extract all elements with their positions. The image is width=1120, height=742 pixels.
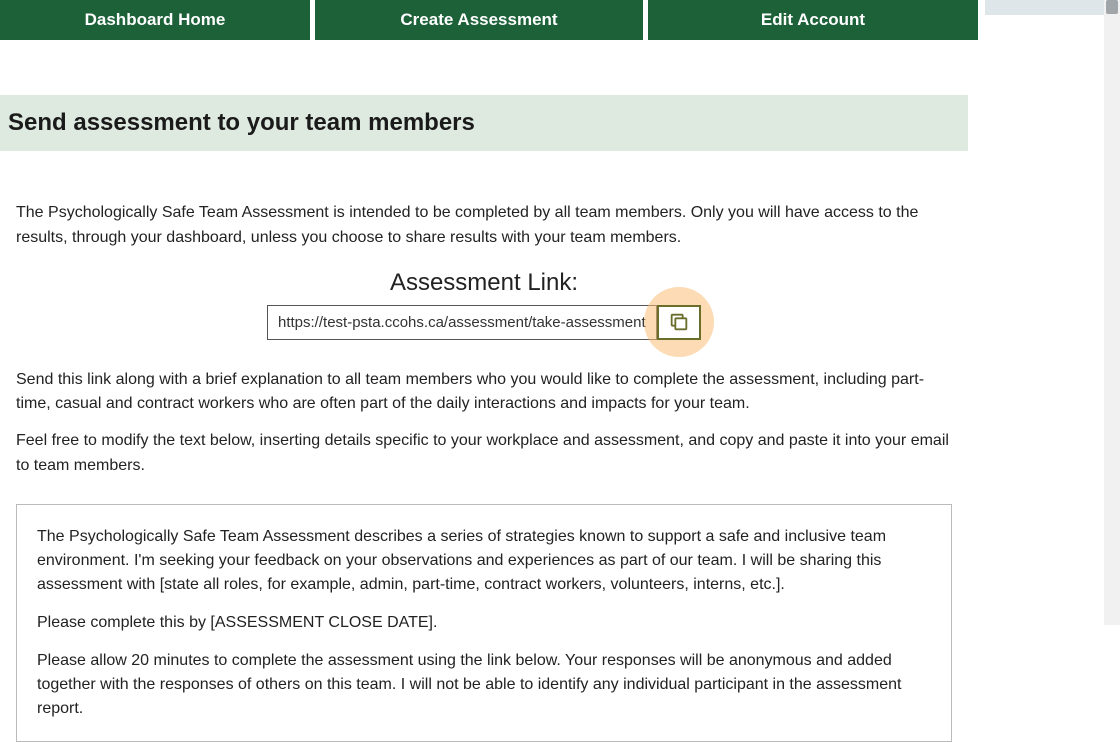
email-template-p1: The Psychologically Safe Team Assessment… — [37, 525, 931, 597]
assessment-link-row — [16, 305, 952, 340]
nav-edit-account[interactable]: Edit Account — [648, 0, 978, 40]
nav-bar: Dashboard Home Create Assessment Edit Ac… — [0, 0, 1120, 40]
copy-button-wrapper — [657, 305, 701, 340]
assessment-link-input[interactable] — [267, 305, 657, 340]
assessment-link-heading: Assessment Link: — [16, 269, 952, 297]
modify-text-paragraph: Feel free to modify the text below, inse… — [16, 429, 952, 479]
scrollbar-thumb[interactable] — [1106, 0, 1118, 14]
scrollbar-track[interactable] — [1104, 0, 1120, 625]
nav-create-assessment[interactable]: Create Assessment — [315, 0, 643, 40]
copy-link-button[interactable] — [657, 305, 701, 340]
copy-icon — [668, 311, 690, 333]
top-right-strip — [985, 0, 1120, 15]
email-template-p3: Please allow 20 minutes to complete the … — [37, 649, 931, 721]
send-link-paragraph: Send this link along with a brief explan… — [16, 368, 952, 418]
nav-dashboard-home[interactable]: Dashboard Home — [0, 0, 310, 40]
intro-paragraph: The Psychologically Safe Team Assessment… — [16, 201, 952, 251]
page-title-container: Send assessment to your team members — [0, 95, 968, 151]
email-template-box: The Psychologically Safe Team Assessment… — [16, 504, 952, 742]
page-title: Send assessment to your team members — [8, 109, 960, 137]
email-template-p2: Please complete this by [ASSESSMENT CLOS… — [37, 611, 931, 635]
content-area: The Psychologically Safe Team Assessment… — [0, 151, 968, 742]
